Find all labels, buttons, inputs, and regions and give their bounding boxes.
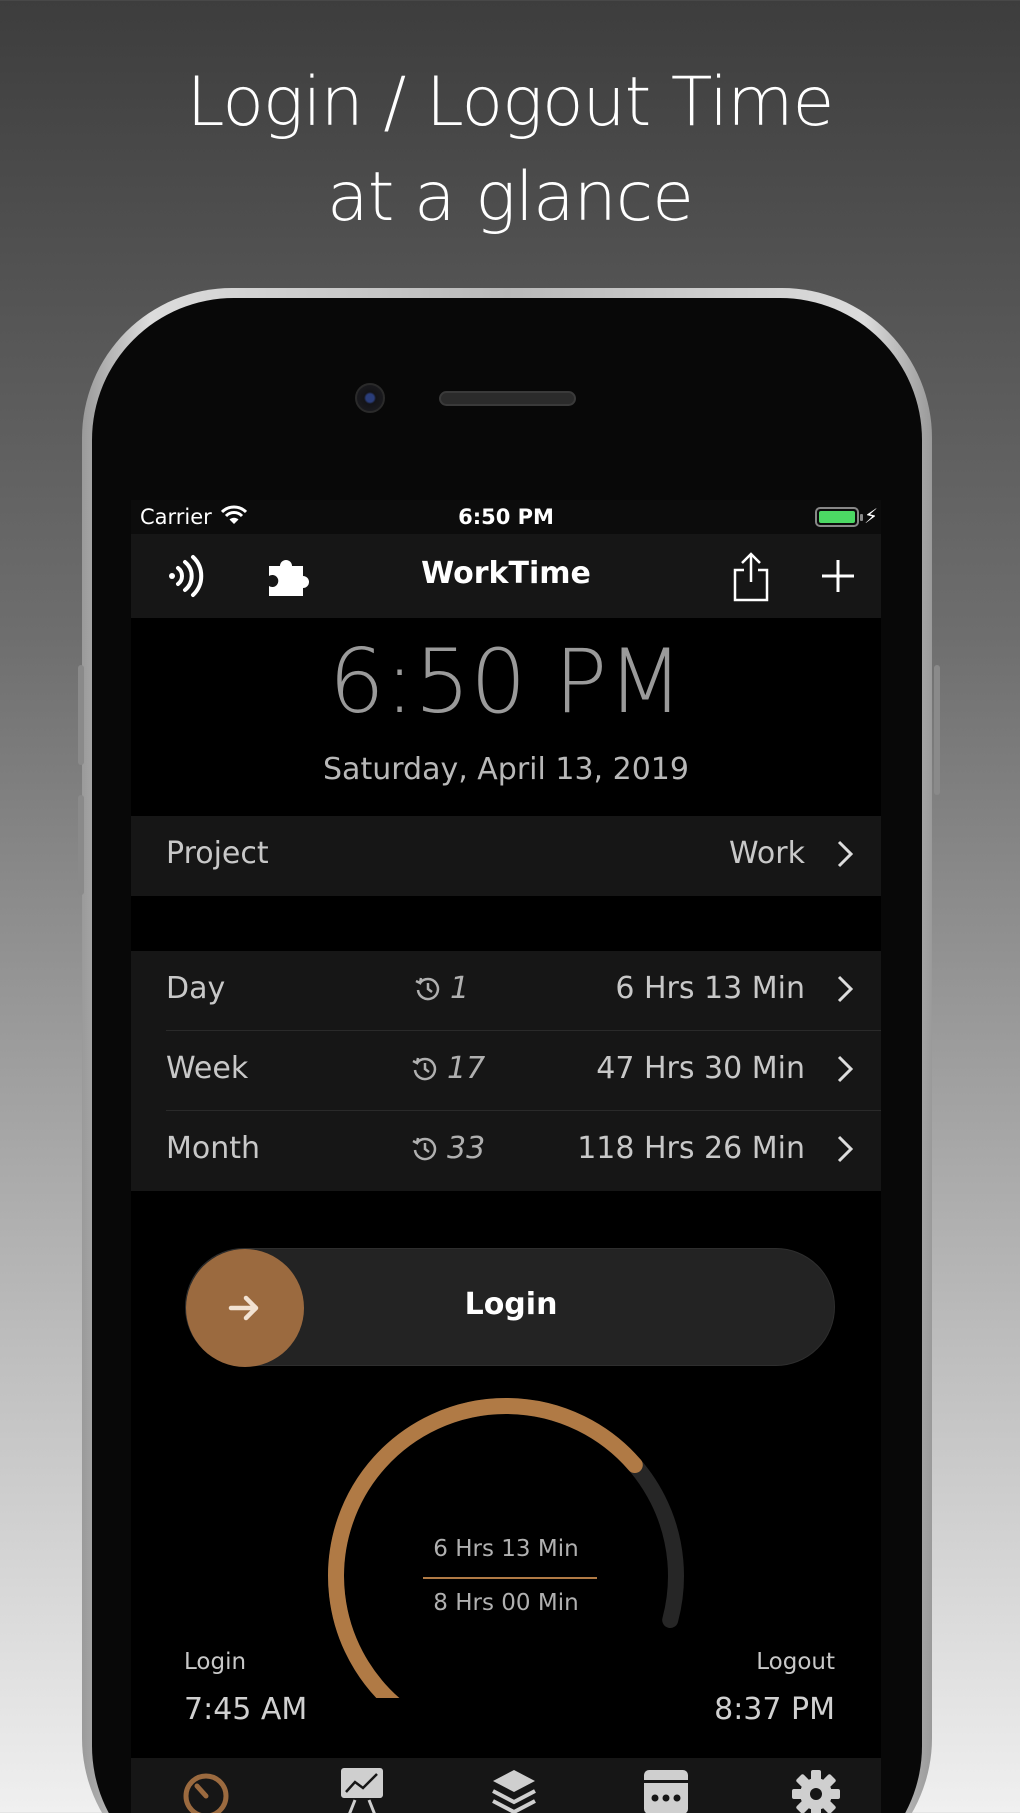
headline: Login / Logout Time at a glance — [0, 55, 1020, 245]
history-icon — [412, 1057, 437, 1080]
volume-down-button — [78, 795, 84, 895]
summary-count: 17 — [411, 1051, 485, 1086]
history-icon — [412, 1137, 437, 1160]
chevron-right-icon — [837, 1055, 854, 1091]
chevron-right-icon — [837, 975, 854, 1011]
logout-label: Logout — [756, 1649, 835, 1675]
project-label: Project — [166, 836, 269, 871]
navigation-bar: WorkTime — [131, 534, 881, 618]
gauge-divider — [423, 1577, 597, 1579]
front-camera — [355, 383, 385, 413]
login-slider-label: Login — [464, 1287, 558, 1322]
current-time: 6:50 PM — [328, 630, 684, 733]
login-time: 7:45 AM — [184, 1692, 308, 1727]
chevron-right-icon — [837, 1135, 854, 1171]
power-button — [934, 665, 940, 795]
earpiece-speaker — [439, 391, 576, 406]
summary-total: 118 Hrs 26 Min — [577, 1131, 805, 1166]
status-time: 6:50 PM — [458, 505, 554, 529]
timer-icon[interactable] — [178, 1766, 234, 1813]
status-bar: Carrier 6:50 PM ⚡ — [131, 500, 881, 534]
summary-total: 6 Hrs 13 Min — [615, 971, 805, 1006]
project-row[interactable]: Project Work — [131, 816, 881, 896]
gear-icon[interactable] — [788, 1766, 844, 1813]
summary-total: 47 Hrs 30 Min — [596, 1051, 805, 1086]
summary-label: Week — [166, 1051, 249, 1086]
charging-icon: ⚡ — [863, 504, 878, 528]
summary-count: 1 — [414, 971, 469, 1006]
tab-bar — [131, 1758, 881, 1813]
logout-time: 8:37 PM — [714, 1692, 835, 1727]
summary-row-day[interactable]: Day 1 6 Hrs 13 Min — [131, 951, 881, 1031]
worked-duration: 6 Hrs 13 Min — [433, 1536, 579, 1562]
battery-icon — [815, 507, 863, 527]
summary-label: Month — [166, 1131, 261, 1166]
project-value: Work — [729, 836, 805, 871]
target-duration: 8 Hrs 00 Min — [433, 1590, 579, 1616]
summary-row-week[interactable]: Week 17 47 Hrs 30 Min — [131, 1031, 881, 1111]
chart-icon[interactable] — [334, 1766, 390, 1813]
share-icon[interactable] — [725, 550, 777, 602]
login-slider[interactable]: Login — [185, 1248, 835, 1367]
history-icon — [415, 977, 440, 1000]
chevron-right-icon — [837, 840, 854, 876]
layers-icon[interactable] — [486, 1766, 542, 1813]
current-date: Saturday, April 13, 2019 — [323, 752, 689, 787]
summary-count: 33 — [411, 1131, 485, 1166]
headline-line-2: at a glance — [327, 158, 694, 237]
summary-row-month[interactable]: Month 33 118 Hrs 26 Min — [131, 1111, 881, 1191]
calendar-icon[interactable] — [638, 1766, 694, 1813]
volume-up-button — [78, 665, 84, 765]
headline-line-1: Login / Logout Time — [186, 63, 835, 142]
plus-icon[interactable] — [812, 550, 864, 602]
app-screen: Carrier 6:50 PM ⚡ WorkTime 6:50 PM Satur… — [131, 500, 881, 1813]
login-label: Login — [184, 1649, 247, 1675]
summary-label: Day — [166, 971, 226, 1006]
